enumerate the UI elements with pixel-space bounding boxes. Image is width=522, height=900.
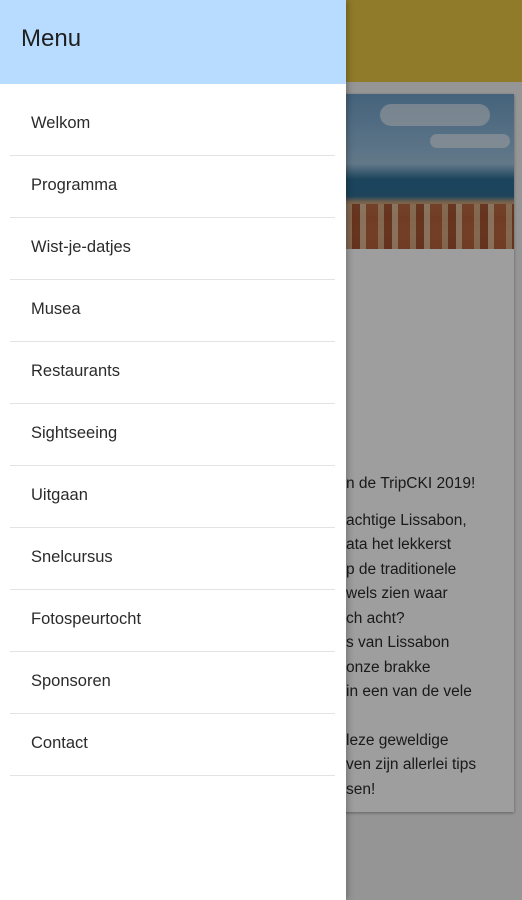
- menu-item-contact[interactable]: Contact: [10, 714, 335, 776]
- menu-item-wist-je-datjes[interactable]: Wist-je-datjes: [10, 218, 335, 280]
- menu-item-welkom[interactable]: Welkom: [10, 94, 335, 156]
- menu-item-label: Sponsoren: [31, 672, 111, 690]
- menu-item-label: Sightseeing: [31, 424, 118, 442]
- menu-item-label: Contact: [31, 734, 88, 752]
- menu-item-label: Musea: [31, 300, 81, 318]
- menu-item-musea[interactable]: Musea: [10, 280, 335, 342]
- menu-item-label: Welkom: [31, 114, 91, 132]
- menu-item-uitgaan[interactable]: Uitgaan: [10, 466, 335, 528]
- menu-item-restaurants[interactable]: Restaurants: [10, 342, 335, 404]
- menu-item-label: Restaurants: [31, 362, 120, 380]
- menu-item-programma[interactable]: Programma: [10, 156, 335, 218]
- menu-item-label: Snelcursus: [31, 548, 113, 566]
- drawer-header: Menu: [0, 0, 346, 84]
- menu-item-label: Fotospeurtocht: [31, 610, 142, 628]
- menu-item-label: Programma: [31, 176, 118, 194]
- menu-item-label: Wist-je-datjes: [31, 238, 131, 256]
- menu-item-snelcursus[interactable]: Snelcursus: [10, 528, 335, 590]
- menu-item-sponsoren[interactable]: Sponsoren: [10, 652, 335, 714]
- menu-item-sightseeing[interactable]: Sightseeing: [10, 404, 335, 466]
- menu-item-fotospeurtocht[interactable]: Fotospeurtocht: [10, 590, 335, 652]
- drawer-title: Menu: [21, 25, 82, 52]
- navigation-drawer: Menu Welkom Programma Wist-je-datjes Mus…: [0, 0, 346, 900]
- menu-list: Welkom Programma Wist-je-datjes Musea Re…: [10, 94, 335, 776]
- menu-item-label: Uitgaan: [31, 486, 88, 504]
